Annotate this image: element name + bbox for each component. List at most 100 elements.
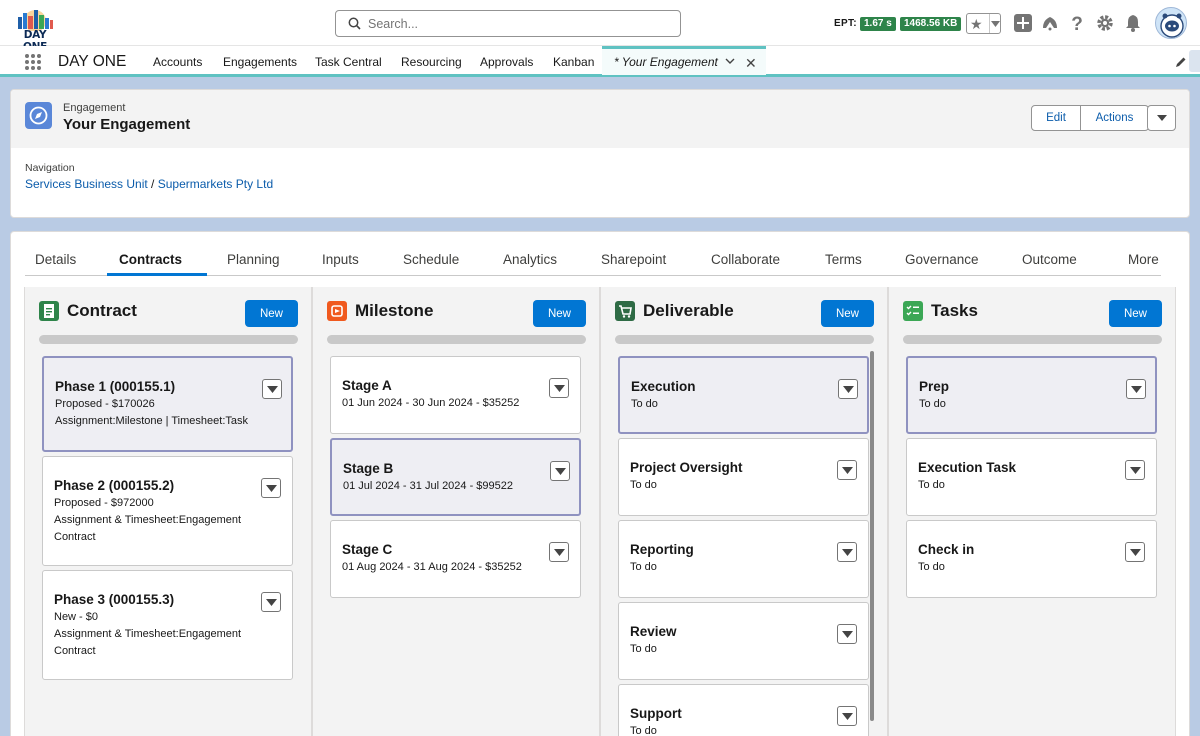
tab-sharepoint[interactable]: Sharepoint bbox=[601, 252, 666, 267]
new-milestone-button[interactable]: New bbox=[533, 300, 586, 327]
breadcrumb-account[interactable]: Supermarkets Pty Ltd bbox=[158, 177, 273, 191]
new-contract-button[interactable]: New bbox=[245, 300, 298, 327]
nav-item-task-central[interactable]: Task Central bbox=[315, 55, 382, 69]
card-detail: Contract bbox=[54, 645, 96, 657]
kanban-card[interactable]: Reporting To do bbox=[618, 520, 869, 598]
settings-icon[interactable] bbox=[1095, 13, 1115, 33]
card-title: Execution Task bbox=[918, 460, 1017, 475]
engagement-icon bbox=[25, 102, 52, 129]
chevron-down-icon bbox=[554, 549, 565, 556]
more-actions-button[interactable] bbox=[1147, 105, 1176, 131]
record-type: Engagement bbox=[63, 102, 126, 114]
card-menu-button[interactable] bbox=[837, 460, 857, 480]
nav-item-engagements[interactable]: Engagements bbox=[223, 55, 297, 69]
card-title: Stage A bbox=[342, 378, 392, 393]
tab-outcome[interactable]: Outcome bbox=[1022, 252, 1077, 267]
column-milestone: Milestone New Stage A 01 Jun 2024 - 30 Jun … bbox=[312, 287, 600, 736]
card-menu-button[interactable] bbox=[1125, 460, 1145, 480]
card-menu-button[interactable] bbox=[1125, 542, 1145, 562]
nav-item-approvals[interactable]: Approvals bbox=[480, 55, 533, 69]
kanban-card[interactable]: Prep To do bbox=[906, 356, 1157, 434]
tab-inputs[interactable]: Inputs bbox=[322, 252, 359, 267]
column-title: Deliverable bbox=[643, 301, 734, 320]
ept-time-badge: 1.67 s bbox=[860, 17, 896, 31]
kanban-card[interactable]: Phase 1 (000155.1) Proposed - $170026 Assi… bbox=[42, 356, 293, 452]
tab-governance[interactable]: Governance bbox=[905, 252, 979, 267]
record-highlights: Engagement Your Engagement Edit Actions bbox=[11, 90, 1189, 148]
kanban-card[interactable]: Stage C 01 Aug 2024 - 31 Aug 2024 - $3525… bbox=[330, 520, 581, 598]
utility-handle[interactable] bbox=[1189, 50, 1200, 72]
tab-terms[interactable]: Terms bbox=[825, 252, 862, 267]
chevron-down-icon[interactable] bbox=[725, 58, 735, 64]
tab-analytics[interactable]: Analytics bbox=[503, 252, 557, 267]
deliverable-scrollbar[interactable] bbox=[870, 351, 874, 721]
compass-icon bbox=[29, 106, 48, 125]
help-icon[interactable]: ? bbox=[1067, 13, 1087, 33]
nav-tab-label: * Your Engagement bbox=[614, 55, 718, 69]
add-icon[interactable] bbox=[1013, 13, 1033, 33]
star-icon[interactable]: ★ bbox=[970, 16, 983, 32]
column-deliverable: Deliverable New Execution To do Project Over… bbox=[600, 287, 888, 736]
avatar[interactable] bbox=[1155, 7, 1187, 39]
nav-item-accounts[interactable]: Accounts bbox=[153, 55, 202, 69]
kanban-card[interactable]: Phase 2 (000155.2) Proposed - $972000 Assi… bbox=[42, 456, 293, 566]
kanban-card[interactable]: Execution To do bbox=[618, 356, 869, 434]
card-menu-button[interactable] bbox=[549, 542, 569, 562]
tab-schedule[interactable]: Schedule bbox=[403, 252, 459, 267]
trailhead-icon[interactable] bbox=[1040, 13, 1060, 33]
card-menu-button[interactable] bbox=[838, 379, 858, 399]
active-tab-indicator bbox=[107, 273, 207, 276]
card-menu-button[interactable] bbox=[837, 624, 857, 644]
card-menu-button[interactable] bbox=[1126, 379, 1146, 399]
search-input[interactable] bbox=[368, 14, 668, 33]
ept-label: EPT: bbox=[834, 18, 857, 29]
column-progress-bar bbox=[903, 335, 1162, 344]
nav-item-resourcing[interactable]: Resourcing bbox=[401, 55, 462, 69]
card-detail: 01 Aug 2024 - 31 Aug 2024 - $35252 bbox=[342, 561, 522, 573]
card-detail: 01 Jun 2024 - 30 Jun 2024 - $35252 bbox=[342, 397, 520, 409]
card-detail: Proposed - $170026 bbox=[55, 398, 155, 410]
card-menu-button[interactable] bbox=[261, 478, 281, 498]
chevron-down-icon bbox=[1130, 467, 1141, 474]
kanban-card[interactable]: Execution Task To do bbox=[906, 438, 1157, 516]
new-deliverable-button[interactable]: New bbox=[821, 300, 874, 327]
card-menu-button[interactable] bbox=[262, 379, 282, 399]
column-progress-bar bbox=[39, 335, 298, 344]
chevron-down-icon bbox=[266, 599, 277, 606]
actions-button[interactable]: Actions bbox=[1081, 105, 1149, 131]
kanban-card[interactable]: Support To do bbox=[618, 684, 869, 736]
app-launcher-icon[interactable] bbox=[24, 53, 42, 71]
day-one-logo[interactable]: DAY ONE bbox=[12, 7, 58, 53]
kanban-card[interactable]: Stage A 01 Jun 2024 - 30 Jun 2024 - $3525… bbox=[330, 356, 581, 434]
new-tasks-button[interactable]: New bbox=[1109, 300, 1162, 327]
card-menu-button[interactable] bbox=[261, 592, 281, 612]
card-menu-button[interactable] bbox=[550, 461, 570, 481]
chevron-down-icon bbox=[842, 467, 853, 474]
nav-item-kanban[interactable]: Kanban bbox=[553, 55, 594, 69]
card-menu-button[interactable] bbox=[837, 542, 857, 562]
global-search[interactable] bbox=[335, 10, 681, 37]
kanban-card[interactable]: Phase 3 (000155.3) New - $0 Assignment & T… bbox=[42, 570, 293, 680]
card-menu-button[interactable] bbox=[837, 706, 857, 726]
kanban-card[interactable]: Stage B 01 Jul 2024 - 31 Jul 2024 - $9952… bbox=[330, 438, 581, 516]
kanban-card[interactable]: Project Oversight To do bbox=[618, 438, 869, 516]
chevron-down-icon[interactable] bbox=[991, 21, 1000, 27]
card-menu-button[interactable] bbox=[549, 378, 569, 398]
tab-more[interactable]: More bbox=[1128, 252, 1159, 267]
tab-collaborate[interactable]: Collaborate bbox=[711, 252, 780, 267]
tab-contracts[interactable]: Contracts bbox=[119, 252, 182, 267]
card-title: Execution bbox=[631, 379, 696, 394]
kanban-card[interactable]: Review To do bbox=[618, 602, 869, 680]
breadcrumb-business-unit[interactable]: Services Business Unit bbox=[25, 177, 148, 191]
nav-tab-your-engagement[interactable]: * Your Engagement ✕ bbox=[602, 46, 766, 75]
favorites-button[interactable]: ★ bbox=[966, 13, 1001, 34]
tab-details[interactable]: Details bbox=[35, 252, 76, 267]
card-detail: To do bbox=[919, 398, 946, 410]
kanban-card[interactable]: Check in To do bbox=[906, 520, 1157, 598]
edit-nav-icon[interactable] bbox=[1175, 56, 1187, 68]
tab-planning[interactable]: Planning bbox=[227, 252, 280, 267]
notifications-icon[interactable] bbox=[1123, 13, 1143, 33]
close-icon[interactable]: ✕ bbox=[745, 55, 757, 72]
edit-button[interactable]: Edit bbox=[1031, 105, 1081, 131]
card-detail: To do bbox=[630, 561, 657, 573]
